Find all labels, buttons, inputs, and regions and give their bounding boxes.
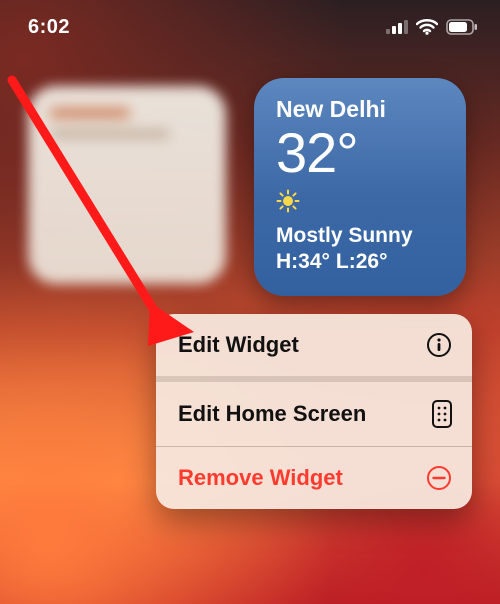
widget-context-menu: Edit Widget Edit Home Screen Remove Widg… xyxy=(156,314,472,509)
menu-item-label: Edit Home Screen xyxy=(178,401,366,427)
weather-low: L:26° xyxy=(336,250,388,273)
menu-item-edit-widget[interactable]: Edit Widget xyxy=(156,314,472,382)
weather-widget[interactable]: New Delhi 32° Mostly Sunny H:34° L:26° xyxy=(254,78,466,296)
sun-icon xyxy=(276,189,300,218)
battery-icon xyxy=(446,19,478,35)
info-circle-icon xyxy=(426,332,452,358)
menu-item-label: Edit Widget xyxy=(178,332,299,358)
status-right-cluster xyxy=(386,19,478,35)
notes-widget-blurred xyxy=(28,86,226,284)
cellular-signal-icon xyxy=(386,20,408,34)
minus-circle-icon xyxy=(426,465,452,491)
menu-item-edit-home-screen[interactable]: Edit Home Screen xyxy=(156,382,472,447)
weather-temperature: 32° xyxy=(276,125,444,181)
menu-item-remove-widget[interactable]: Remove Widget xyxy=(156,447,472,509)
weather-high-low: H:34° L:26° xyxy=(276,250,444,274)
weather-location: New Delhi xyxy=(276,96,444,123)
status-bar: 6:02 xyxy=(0,0,500,54)
weather-condition: Mostly Sunny xyxy=(276,224,444,248)
apps-grid-icon xyxy=(432,400,452,428)
wifi-icon xyxy=(416,19,438,35)
menu-item-label: Remove Widget xyxy=(178,465,343,491)
weather-high: H:34° xyxy=(276,250,330,273)
status-time: 6:02 xyxy=(28,16,70,39)
